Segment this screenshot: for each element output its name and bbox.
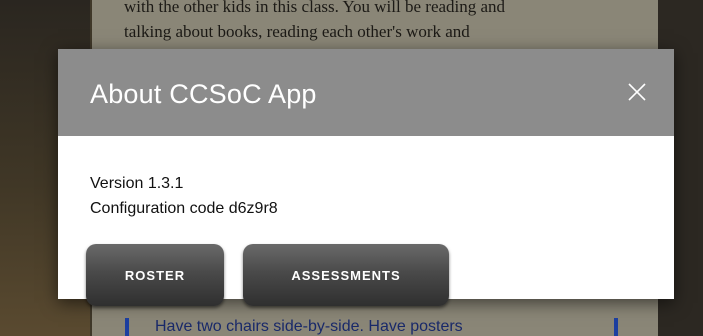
background-text-line-1: with the other kids in this class. You w… (124, 0, 506, 16)
version-text: Version 1.3.1 (90, 175, 184, 192)
configuration-code-text: Configuration code d6z9r8 (90, 200, 278, 217)
close-icon[interactable] (622, 77, 652, 107)
roster-button[interactable]: ROSTER (86, 244, 224, 306)
dialog-header: About CCSoC App (58, 49, 674, 136)
app-info: Version 1.3.1 Configuration code d6z9r8 (90, 171, 278, 221)
assessments-button[interactable]: ASSESSMENTS (243, 244, 449, 306)
background-bracket-left (125, 318, 129, 336)
background-bracket-right (614, 318, 618, 336)
background-text-line-2: talking about books, reading each other'… (124, 22, 470, 41)
about-dialog: About CCSoC App Version 1.3.1 Configurat… (58, 49, 674, 306)
dialog-title: About CCSoC App (90, 79, 317, 109)
